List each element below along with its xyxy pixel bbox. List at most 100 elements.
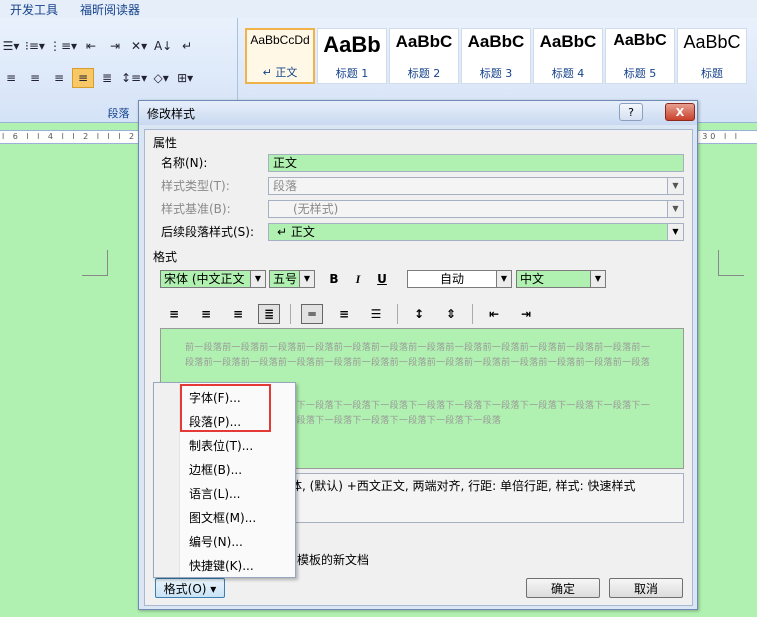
ok-button[interactable]: 确定: [526, 578, 600, 598]
ribbon-tab-bar: 开发工具 福昕阅读器: [0, 0, 757, 18]
chevron-down-icon: ▼: [667, 178, 683, 194]
font-value: 宋体 (中文正文: [164, 272, 245, 286]
style-type-label: 样式类型(T):: [161, 179, 230, 193]
double-spacing-icon[interactable]: ☰: [365, 304, 387, 324]
name-value: 正文: [273, 156, 298, 170]
menu-item-frame[interactable]: 图文框(M)...: [189, 507, 256, 529]
decrease-spacing-before-icon[interactable]: ⇕: [440, 304, 462, 324]
borders-icon[interactable]: ⊞▾: [174, 68, 196, 88]
quick-styles-gallery: AaBbCcDd ↵ 正文 AaBb 标题 1 AaBbC 标题 2 AaBbC…: [245, 28, 747, 84]
chevron-down-icon: ▼: [250, 271, 265, 287]
style-sample: AaBbC: [683, 32, 741, 52]
chevron-down-icon: ▼: [299, 271, 314, 287]
font-size-value: 五号: [273, 272, 298, 286]
menu-item-shortcut-key[interactable]: 快捷键(K)...: [189, 555, 254, 577]
decrease-indent-icon[interactable]: ⇤: [483, 304, 505, 324]
toolbar-separator: [290, 304, 291, 324]
next-style-value: ↵ 正文: [277, 225, 315, 239]
justify-icon[interactable]: ≡: [72, 68, 94, 88]
numbering-icon[interactable]: ⁝≡▾: [24, 36, 46, 56]
chevron-down-icon: ▼: [590, 271, 605, 287]
underline-button[interactable]: U: [371, 269, 393, 289]
style-description-text: 体, (默认) +西文正文, 两端对齐, 行距: 单倍行距, 样式: 快速样式: [290, 479, 636, 493]
decrease-indent-icon[interactable]: ⇤: [80, 36, 102, 56]
next-style-select[interactable]: ↵ 正文 ▼: [268, 223, 684, 241]
help-button[interactable]: ?: [619, 103, 643, 121]
align-right-icon[interactable]: ≡: [227, 304, 249, 324]
style-name: ↵ 正文: [262, 66, 298, 79]
tab-developer[interactable]: 开发工具: [0, 1, 70, 18]
language-select[interactable]: 中文 ▼: [516, 270, 606, 288]
toolbar-separator: [472, 304, 473, 324]
next-style-label: 后续段落样式(S):: [161, 225, 255, 239]
chevron-down-icon: ▼: [667, 201, 683, 217]
style-sample: AaBbC: [395, 32, 453, 51]
name-label: 名称(N):: [161, 156, 208, 170]
style-name: 标题 4: [551, 67, 585, 80]
one-half-spacing-icon[interactable]: ≡: [333, 304, 355, 324]
style-sample: AaBb: [323, 32, 381, 57]
language-value: 中文: [520, 272, 545, 286]
line-spacing-icon[interactable]: ↕≡▾: [120, 68, 148, 88]
bold-button[interactable]: B: [323, 269, 345, 289]
style-heading-5[interactable]: AaBbC 标题 5: [605, 28, 675, 84]
menu-item-numbering[interactable]: 编号(N)...: [189, 531, 243, 553]
sort-icon[interactable]: A↓: [152, 36, 174, 56]
increase-indent-icon[interactable]: ⇥: [104, 36, 126, 56]
menu-icon-gutter: [154, 383, 180, 577]
show-marks-icon[interactable]: ↵: [176, 36, 198, 56]
bullets-icon[interactable]: ☰▾: [0, 36, 22, 56]
font-color-select[interactable]: 自动 ▼: [407, 270, 512, 288]
annotation-highlight-box: [180, 384, 271, 432]
multilevel-list-icon[interactable]: ⋮≡▾: [48, 36, 78, 56]
increase-indent-icon[interactable]: ⇥: [515, 304, 537, 324]
dialog-titlebar[interactable]: 修改样式: [139, 101, 697, 125]
chinese-layout-icon[interactable]: ✕▾: [128, 36, 150, 56]
style-sample: AaBbC: [613, 32, 667, 49]
name-input[interactable]: 正文: [268, 154, 684, 172]
justify-icon[interactable]: ≣: [258, 304, 280, 324]
style-based-select: (无样式) ▼: [268, 200, 684, 218]
style-type-select: 段落 ▼: [268, 177, 684, 195]
align-center-icon[interactable]: ≡: [195, 304, 217, 324]
cancel-button[interactable]: 取消: [609, 578, 683, 598]
paragraph-row-1: ☰▾ ⁝≡▾ ⋮≡▾ ⇤ ⇥ ✕▾ A↓ ↵: [0, 36, 198, 56]
style-name: 标题 2: [407, 67, 441, 80]
menu-item-language[interactable]: 语言(L)...: [189, 483, 241, 505]
font-size-select[interactable]: 五号 ▼: [269, 270, 315, 288]
style-type-value: 段落: [273, 179, 298, 193]
menu-item-borders[interactable]: 边框(B)...: [189, 459, 242, 481]
align-right-icon[interactable]: ≡: [48, 68, 70, 88]
font-select[interactable]: 宋体 (中文正文 ▼: [160, 270, 266, 288]
increase-spacing-before-icon[interactable]: ↕: [408, 304, 430, 324]
margin-corner-mark: [718, 250, 744, 276]
style-normal[interactable]: AaBbCcDd ↵ 正文: [245, 28, 315, 84]
style-heading-4[interactable]: AaBbC 标题 4: [533, 28, 603, 84]
style-name: 标题 1: [335, 67, 369, 80]
align-center-icon[interactable]: ≡: [24, 68, 46, 88]
chevron-down-icon[interactable]: ▼: [667, 224, 683, 240]
style-heading-1[interactable]: AaBb 标题 1: [317, 28, 387, 84]
tab-foxit-reader[interactable]: 福昕阅读器: [70, 1, 152, 18]
shading-icon[interactable]: ◇▾: [150, 68, 172, 88]
align-left-icon[interactable]: ≡: [163, 304, 185, 324]
style-based-label: 样式基准(B):: [161, 202, 231, 216]
distributed-icon[interactable]: ≣: [96, 68, 118, 88]
style-heading-3[interactable]: AaBbC 标题 3: [461, 28, 531, 84]
paragraph-row-2: ≡ ≡ ≡ ≡ ≣ ↕≡▾ ◇▾ ⊞▾: [0, 68, 196, 88]
preview-previous-paragraph: 前一段落前一段落前一段落前一段落前一段落前一段落前一段落前一段落前一段落前一段落…: [185, 343, 651, 368]
format-section-label: 格式: [153, 250, 178, 264]
style-heading-2[interactable]: AaBbC 标题 2: [389, 28, 459, 84]
new-documents-template-text: 模板的新文档: [297, 553, 370, 567]
italic-button[interactable]: I: [347, 269, 369, 289]
menu-item-tabs[interactable]: 制表位(T)...: [189, 435, 253, 457]
align-left-icon[interactable]: ≡: [0, 68, 22, 88]
close-button[interactable]: X: [665, 103, 695, 121]
style-title[interactable]: AaBbC 标题: [677, 28, 747, 84]
format-menu-button[interactable]: 格式(O) ▾: [155, 578, 225, 598]
style-name: 标题: [701, 67, 723, 80]
single-spacing-icon[interactable]: ═: [301, 304, 323, 324]
style-based-value: (无样式): [293, 202, 339, 216]
style-name: 标题 5: [623, 67, 657, 80]
margin-corner-mark: [82, 250, 108, 276]
